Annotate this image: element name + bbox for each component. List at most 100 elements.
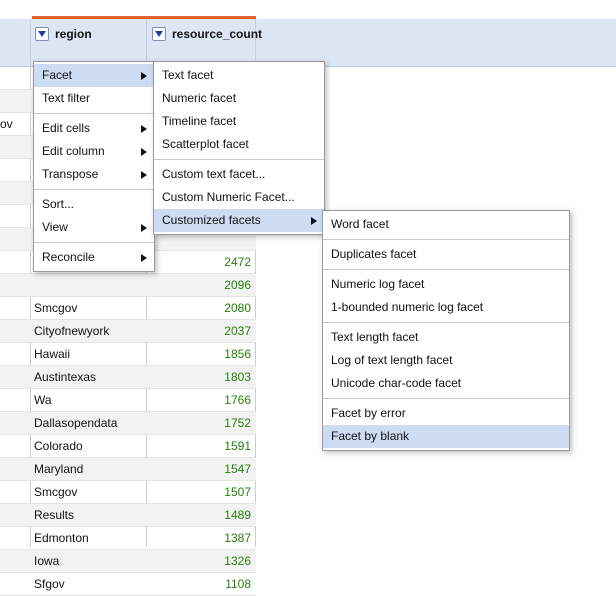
cell-count[interactable]: 1507	[148, 481, 251, 503]
cell-region[interactable]: Maryland	[34, 458, 144, 480]
chevron-right-icon	[140, 246, 148, 269]
chevron-right-icon	[140, 163, 148, 186]
menu-item-label: Custom Numeric Facet...	[162, 190, 295, 204]
menu-item-unicode-char-code-facet[interactable]: Unicode char-code facet	[323, 372, 569, 395]
table-row: Wa 1766	[0, 389, 256, 412]
table-row: Smcgov 1507	[0, 481, 256, 504]
cell-count[interactable]: 2037	[148, 320, 251, 342]
chevron-right-icon	[140, 216, 148, 239]
table-row: Dallasopendata 1752	[0, 412, 256, 435]
cell-region[interactable]: Sfgov	[34, 573, 144, 595]
table-row: Smcgov 2080	[0, 297, 256, 320]
menu-separator	[323, 322, 569, 323]
menu-item-label: Unicode char-code facet	[331, 376, 462, 390]
menu-item-label: Edit column	[42, 144, 105, 158]
chevron-right-icon	[140, 64, 148, 87]
cell-region[interactable]: Austintexas	[34, 366, 144, 388]
menu-separator	[34, 242, 154, 243]
menu-item-edit-cells[interactable]: Edit cells	[34, 117, 154, 140]
menu-item-text-filter[interactable]: Text filter	[34, 87, 154, 110]
menu-item-label: Log of text length facet	[331, 353, 453, 367]
menu-item-text-facet[interactable]: Text facet	[154, 64, 324, 87]
menu-separator	[323, 239, 569, 240]
menu-item-customized-facets[interactable]: Customized facets	[154, 209, 324, 232]
column-header-resource-count-label: resource_count	[172, 27, 263, 41]
menu-item-log-text-length-facet[interactable]: Log of text length facet	[323, 349, 569, 372]
cell-count[interactable]: 2080	[148, 297, 251, 319]
column-header-region-label: region	[55, 27, 92, 41]
cell-count[interactable]: 1752	[148, 412, 251, 434]
cell-region[interactable]: Smcgov	[34, 481, 144, 503]
menu-separator	[34, 189, 154, 190]
table-row: Hawaii 1856	[0, 343, 256, 366]
menu-item-word-facet[interactable]: Word facet	[323, 213, 569, 236]
facet-submenu: Text facet Numeric facet Timeline facet …	[153, 61, 325, 235]
menu-separator	[323, 398, 569, 399]
cell-count[interactable]: 2472	[148, 251, 251, 273]
menu-item-label: Sort...	[42, 197, 75, 211]
menu-item-numeric-log-facet[interactable]: Numeric log facet	[323, 273, 569, 296]
menu-item-timeline-facet[interactable]: Timeline facet	[154, 110, 324, 133]
cell-count[interactable]: 1856	[148, 343, 251, 365]
cell-count[interactable]: 1547	[148, 458, 251, 480]
menu-separator	[154, 159, 324, 160]
column-header-region[interactable]: region	[35, 25, 92, 43]
cell-count[interactable]: 1489	[148, 504, 251, 526]
cell-text: ov	[0, 117, 13, 131]
menu-item-sort[interactable]: Sort...	[34, 193, 154, 216]
menu-item-custom-text-facet[interactable]: Custom text facet...	[154, 163, 324, 186]
cell-region[interactable]: Edmonton	[34, 527, 144, 549]
cell-region[interactable]: Cityofnewyork	[34, 320, 144, 342]
menu-item-facet[interactable]: Facet	[34, 64, 154, 87]
menu-item-label: Transpose	[42, 167, 99, 181]
table-row: Cityofnewyork 2037	[0, 320, 256, 343]
menu-item-edit-column[interactable]: Edit column	[34, 140, 154, 163]
column-header-row	[0, 19, 616, 67]
menu-item-label: Numeric facet	[162, 91, 237, 105]
cell-region[interactable]: Dallasopendata	[34, 412, 144, 434]
menu-item-label: Customized facets	[162, 213, 261, 227]
cell-count[interactable]: 2096	[148, 274, 251, 296]
cell-count[interactable]: 1326	[148, 550, 251, 572]
cell-region[interactable]: Hawaii	[34, 343, 144, 365]
table-row: Austintexas 1803	[0, 366, 256, 389]
menu-item-text-length-facet[interactable]: Text length facet	[323, 326, 569, 349]
cell-region[interactable]: Smcgov	[34, 297, 144, 319]
menu-item-facet-by-blank[interactable]: Facet by blank	[323, 425, 569, 448]
cell-region[interactable]: Wa	[34, 389, 144, 411]
chevron-down-icon[interactable]	[152, 27, 166, 41]
menu-item-duplicates-facet[interactable]: Duplicates facet	[323, 243, 569, 266]
chevron-right-icon	[140, 117, 148, 140]
menu-item-view[interactable]: View	[34, 216, 154, 239]
cell-region[interactable]: Colorado	[34, 435, 144, 457]
menu-item-bounded-numeric-log-facet[interactable]: 1-bounded numeric log facet	[323, 296, 569, 319]
table-row: Colorado 1591	[0, 435, 256, 458]
cell-region[interactable]: Results	[34, 504, 144, 526]
chevron-down-icon[interactable]	[35, 27, 49, 41]
cell-count[interactable]: 1108	[148, 573, 251, 595]
chevron-right-icon	[140, 140, 148, 163]
chevron-right-icon	[310, 209, 318, 232]
menu-item-reconcile[interactable]: Reconcile	[34, 246, 154, 269]
menu-item-label: Scatterplot facet	[162, 137, 249, 151]
table-row: Results 1489	[0, 504, 256, 527]
cell-count[interactable]: 1387	[148, 527, 251, 549]
menu-item-label: Numeric log facet	[331, 277, 425, 291]
menu-item-scatterplot-facet[interactable]: Scatterplot facet	[154, 133, 324, 156]
menu-item-label: Text filter	[42, 91, 91, 105]
menu-item-custom-numeric-facet[interactable]: Custom Numeric Facet...	[154, 186, 324, 209]
column-header-resource-count[interactable]: resource_count	[152, 25, 262, 43]
menu-item-transpose[interactable]: Transpose	[34, 163, 154, 186]
menu-item-label: Custom text facet...	[162, 167, 266, 181]
menu-item-facet-by-error[interactable]: Facet by error	[323, 402, 569, 425]
menu-item-label: Text facet	[162, 68, 214, 82]
cell-count[interactable]: 1803	[148, 366, 251, 388]
cell-region[interactable]: Iowa	[34, 550, 144, 572]
menu-item-label: Facet	[42, 68, 73, 82]
cell-count[interactable]: 1591	[148, 435, 251, 457]
menu-item-numeric-facet[interactable]: Numeric facet	[154, 87, 324, 110]
menu-item-label: Text length facet	[331, 330, 419, 344]
cell-count[interactable]: 1766	[148, 389, 251, 411]
column-menu: Facet Text filter Edit cells Edit column…	[33, 61, 155, 272]
table-row: Maryland 1547	[0, 458, 256, 481]
